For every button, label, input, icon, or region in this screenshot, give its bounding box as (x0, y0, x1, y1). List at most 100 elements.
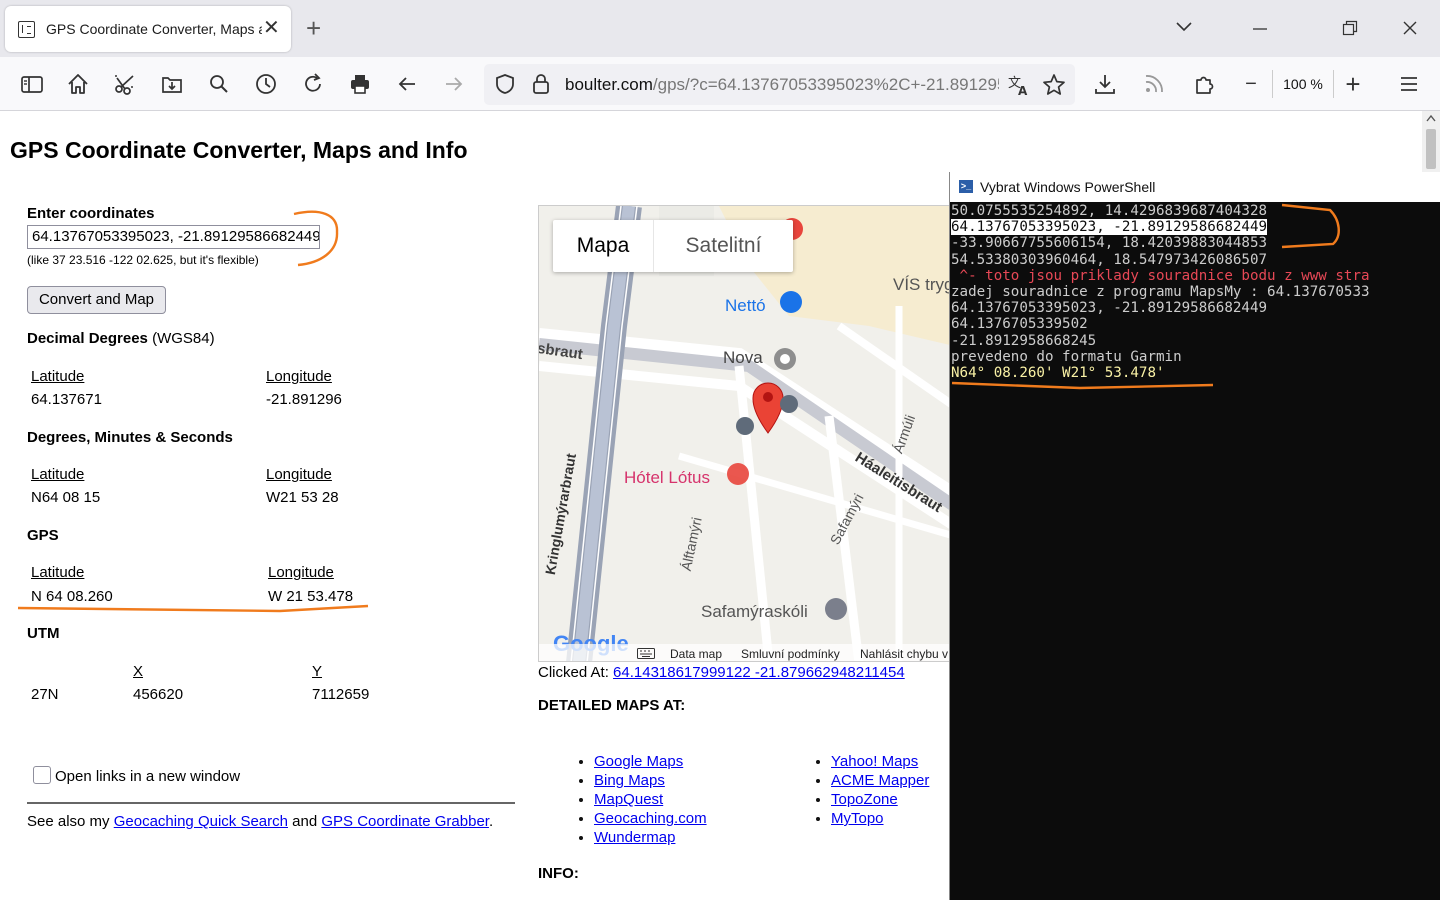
gps-coordinate-grabber-link[interactable]: GPS Coordinate Grabber (321, 813, 489, 830)
coordinates-input[interactable]: 64.13767053395023, -21.89129586682449 (27, 225, 320, 249)
map-report-link[interactable]: Nahlásit chybu v (860, 647, 948, 661)
clicked-at-label: Clicked At: (538, 664, 614, 681)
extensions-icon[interactable] (1192, 71, 1218, 97)
decimal-latitude-label: Latitude (31, 368, 85, 385)
save-to-pocket-icon[interactable] (159, 71, 185, 97)
terminal-line: 64.1376705339502 (951, 316, 1088, 333)
url-path: /gps/?c=64.13767053395023%2C+-21.8912958… (652, 75, 999, 94)
terminal-line: N64° 08.260' W21° 53.478' (951, 365, 1165, 381)
sidebar-icon[interactable] (19, 71, 45, 97)
shield-icon[interactable] (494, 73, 516, 95)
utm-heading: UTM (27, 625, 60, 642)
history-icon[interactable] (253, 71, 279, 97)
terminal-line: 64.13767053395023, -21.89129586682449 (951, 300, 1268, 317)
new-tab-button[interactable]: + (306, 13, 321, 43)
tab-satellite[interactable]: Satelitní (653, 220, 793, 272)
back-icon[interactable] (394, 71, 420, 97)
lock-icon (533, 74, 549, 94)
zoom-in-button[interactable]: + (1340, 71, 1366, 97)
poi-hotel-lotus[interactable]: Hótel Lótus (624, 468, 710, 488)
scroll-up-icon[interactable] (1426, 114, 1436, 122)
close-window-icon[interactable] (1402, 20, 1418, 36)
yahoo-maps-link[interactable]: Yahoo! Maps (831, 753, 918, 770)
star-icon[interactable] (1042, 73, 1066, 97)
forward-icon[interactable] (441, 71, 467, 97)
topozone-link[interactable]: TopoZone (831, 791, 898, 808)
page-scrollbar[interactable] (1422, 111, 1440, 172)
close-tab-icon[interactable]: ✕ (263, 17, 280, 39)
map-data-label[interactable]: Data map (670, 647, 722, 661)
scroll-thumb[interactable] (1426, 129, 1436, 169)
gps-longitude-label: Longitude (268, 564, 334, 581)
see-also-and: and (287, 813, 322, 830)
list-tabs-icon[interactable] (1174, 20, 1194, 34)
browser-tab[interactable]: GPS Coordinate Converter, Maps and Info … (5, 6, 291, 52)
restore-icon[interactable] (1342, 20, 1358, 36)
download-icon[interactable] (1092, 71, 1118, 97)
list-item: ACME Mapper (831, 771, 929, 790)
url-bar[interactable]: boulter.com/gps/?c=64.13767053395023%2C+… (484, 64, 1075, 105)
powershell-window[interactable]: >_ Vybrat Windows PowerShell 50.07555352… (949, 172, 1440, 900)
terminal-line: 50.0755535254892, 14.4296839687404328 (951, 203, 1268, 219)
mytopo-link[interactable]: MyTopo (831, 810, 884, 827)
poi-nova[interactable]: Nova (723, 348, 763, 368)
bing-maps-link[interactable]: Bing Maps (594, 772, 665, 789)
decimal-heading-text: Decimal Degrees (27, 330, 148, 347)
list-item: Wundermap (594, 828, 707, 847)
minimize-icon[interactable] (1252, 21, 1268, 37)
see-also-suffix: . (488, 813, 494, 830)
wundermap-link[interactable]: Wundermap (594, 829, 675, 846)
geocaching-quick-search-link[interactable]: Geocaching Quick Search (114, 813, 288, 830)
terminal-line: ^- toto jsou priklady souradnice bodu z … (951, 267, 1370, 284)
terminal-line: zadej souradnice z programu MapsMy : 64.… (951, 284, 1370, 300)
print-icon[interactable] (347, 71, 373, 97)
terminal-line: 54.53380303960464, 18.547973426086507 (951, 251, 1268, 268)
menu-icon[interactable] (1396, 71, 1422, 97)
list-item: Google Maps (594, 752, 707, 771)
maps-list-right: Yahoo! Maps ACME Mapper TopoZone MyTopo (815, 752, 929, 828)
acme-mapper-link[interactable]: ACME Mapper (831, 772, 929, 789)
keyboard-icon[interactable] (637, 648, 655, 659)
page-title: GPS Coordinate Converter, Maps and Info (10, 137, 468, 163)
map-terms-link[interactable]: Smluvní podmínky (741, 647, 840, 661)
clicked-at-text: Clicked At: 64.14318617999122 -21.879662… (538, 664, 905, 681)
powershell-title-bar[interactable]: >_ Vybrat Windows PowerShell (950, 172, 1440, 202)
reload-icon[interactable] (300, 71, 326, 97)
maps-list-left: Google Maps Bing Maps MapQuest Geocachin… (578, 752, 707, 847)
translate-icon[interactable]: 文A (1007, 73, 1031, 97)
zoom-out-button[interactable]: − (1238, 71, 1264, 97)
map-type-control[interactable]: Mapa Satelitní (553, 220, 793, 272)
dms-latitude-label: Latitude (31, 466, 85, 483)
gps-heading: GPS (27, 527, 59, 544)
new-window-checkbox[interactable] (33, 766, 51, 784)
map-canvas[interactable] (539, 206, 953, 662)
geocaching-link[interactable]: Geocaching.com (594, 810, 707, 827)
poi-safamyraskoli[interactable]: Safamýraskóli (701, 602, 808, 622)
clicked-at-link[interactable]: 64.14318617999122 -21.879662948211454 (613, 664, 905, 681)
decimal-latitude-value: 64.137671 (31, 391, 102, 408)
poi-vis[interactable]: VÍS tryg (893, 275, 952, 295)
dms-longitude-label: Longitude (266, 466, 332, 483)
home-icon[interactable] (65, 71, 91, 97)
decimal-heading-suffix: (WGS84) (147, 330, 215, 347)
poi-netto[interactable]: Nettó (725, 296, 766, 316)
annotation-underline-gps (17, 604, 369, 613)
terminal-line: 64.13767053395023, -21.89129586682449 (951, 219, 1268, 236)
convert-and-map-button[interactable]: Convert and Map (27, 286, 166, 314)
screenshot-icon[interactable] (112, 71, 138, 97)
url-text[interactable]: boulter.com/gps/?c=64.13767053395023%2C+… (565, 75, 999, 95)
list-item: Geocaching.com (594, 809, 707, 828)
detailed-maps-heading: DETAILED MAPS AT: (538, 697, 686, 714)
zoom-level[interactable]: 100 % (1272, 70, 1334, 98)
search-icon[interactable] (206, 71, 232, 97)
gps-latitude-label: Latitude (31, 564, 85, 581)
google-maps-link[interactable]: Google Maps (594, 753, 683, 770)
google-map[interactable]: Mapa Satelitní Nettó Nova Hótel Lótus Sa… (538, 205, 953, 662)
list-item: TopoZone (831, 790, 929, 809)
utm-y-label: Y (312, 663, 323, 680)
gps-longitude-value: W 21 53.478 (268, 588, 354, 605)
rss-icon[interactable] (1141, 71, 1167, 97)
mapquest-link[interactable]: MapQuest (594, 791, 663, 808)
tab-map[interactable]: Mapa (553, 220, 653, 272)
enter-coordinates-label: Enter coordinates (27, 205, 155, 222)
